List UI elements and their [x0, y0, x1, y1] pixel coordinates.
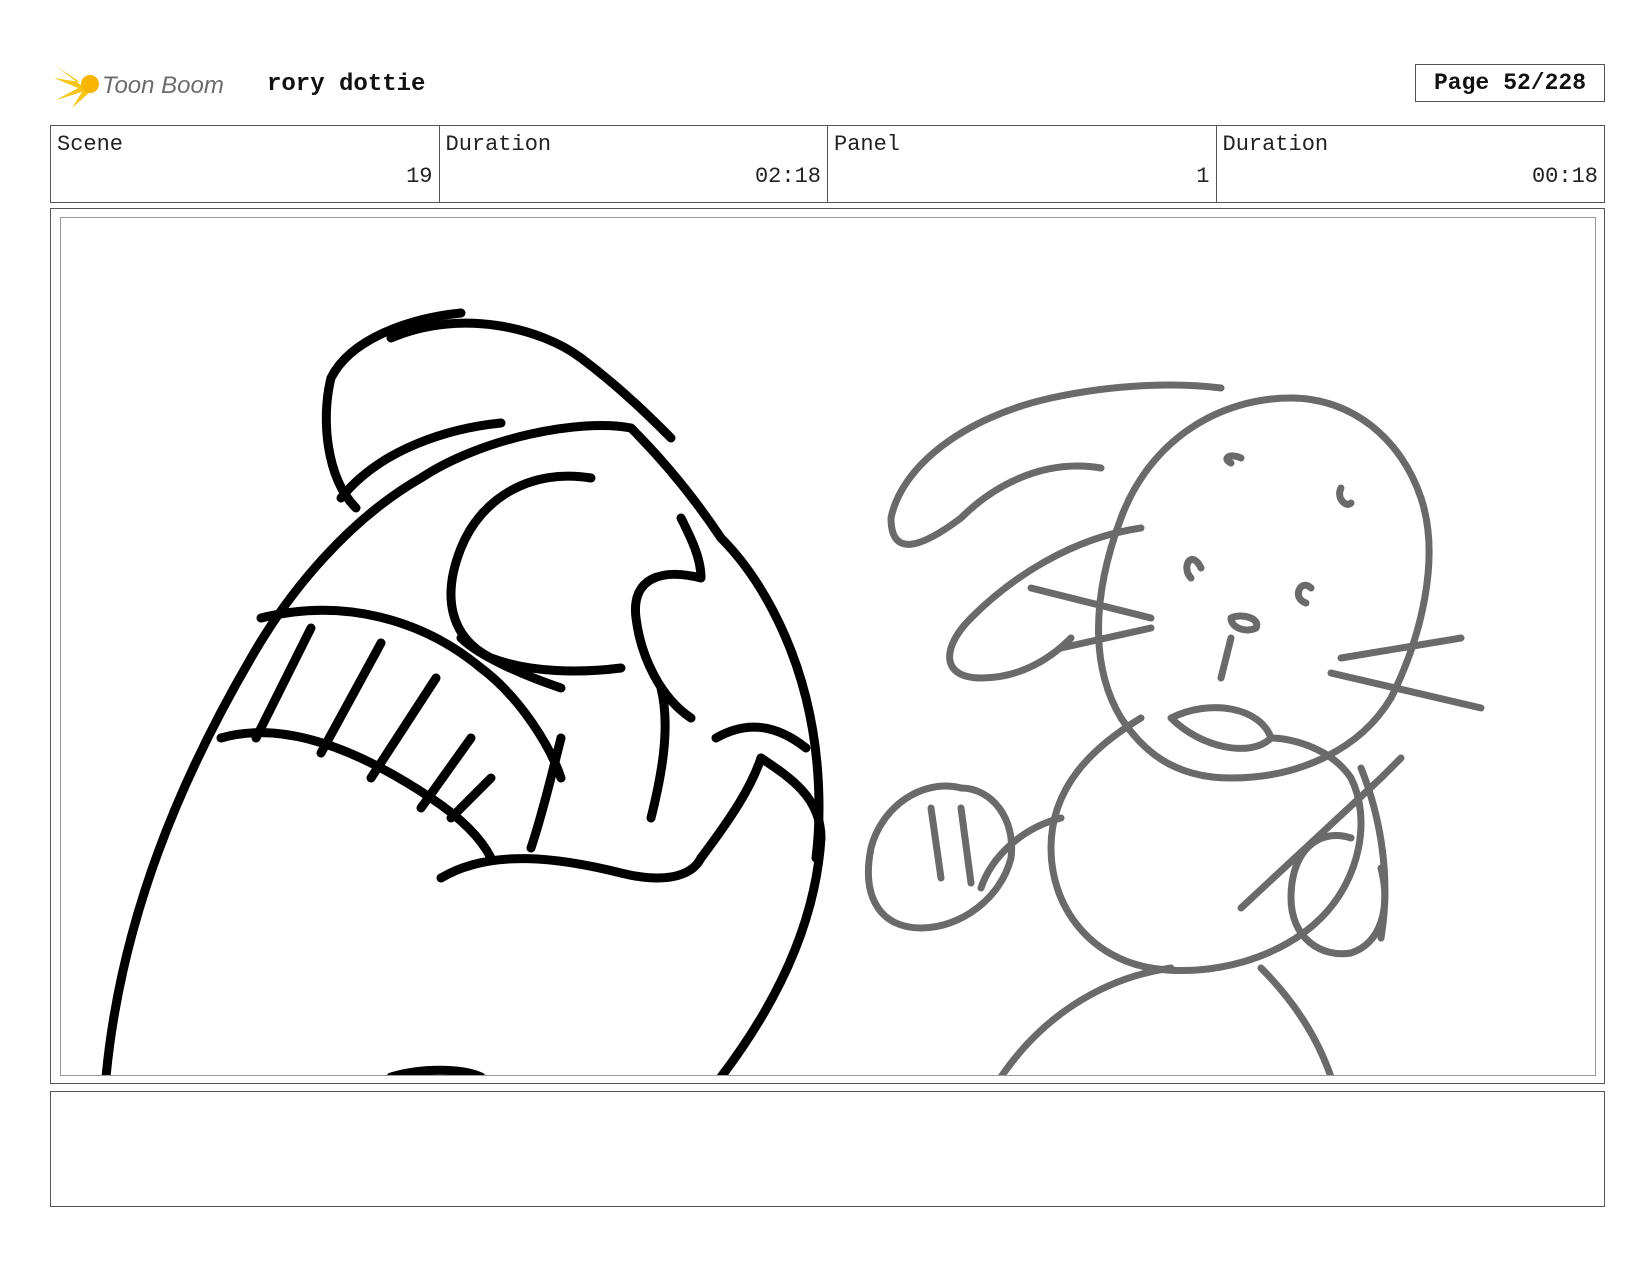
- panel-value: 1: [1196, 164, 1210, 189]
- scene-duration-label: Duration: [445, 132, 552, 157]
- starburst-icon: [54, 66, 99, 108]
- panel-duration-label: Duration: [1222, 132, 1329, 157]
- panel-label: Panel: [834, 132, 901, 157]
- scene-label: Scene: [57, 132, 124, 157]
- toon-boom-logo: Toon Boom: [50, 58, 250, 114]
- panel-duration-value: 00:18: [1531, 164, 1598, 189]
- background-character-sketch: [864, 381, 1485, 1075]
- action-notes-box: [50, 1091, 1605, 1207]
- scene-duration-value: 02:18: [754, 164, 821, 189]
- header: Toon Boom rory dottie Page 52/228: [50, 58, 1605, 114]
- project-title: rory dottie: [267, 71, 426, 98]
- storyboard-panel-image: [60, 217, 1596, 1076]
- foreground-character-sketch: [101, 308, 826, 1075]
- scene-cell: Scene 19: [51, 126, 440, 202]
- page-number: 52/228: [1503, 70, 1587, 96]
- page-label: Page: [1433, 70, 1490, 96]
- page-indicator: Page 52/228: [1415, 64, 1605, 102]
- scene-info-table: Scene 19 Duration 02:18 Panel 1 Duration…: [50, 125, 1605, 203]
- scene-value: 19: [406, 164, 433, 189]
- panel-duration-cell: Duration 00:18: [1217, 126, 1605, 202]
- panel-cell: Panel 1: [828, 126, 1217, 202]
- logo-text: Toon Boom: [102, 72, 224, 99]
- scene-duration-cell: Duration 02:18: [440, 126, 828, 202]
